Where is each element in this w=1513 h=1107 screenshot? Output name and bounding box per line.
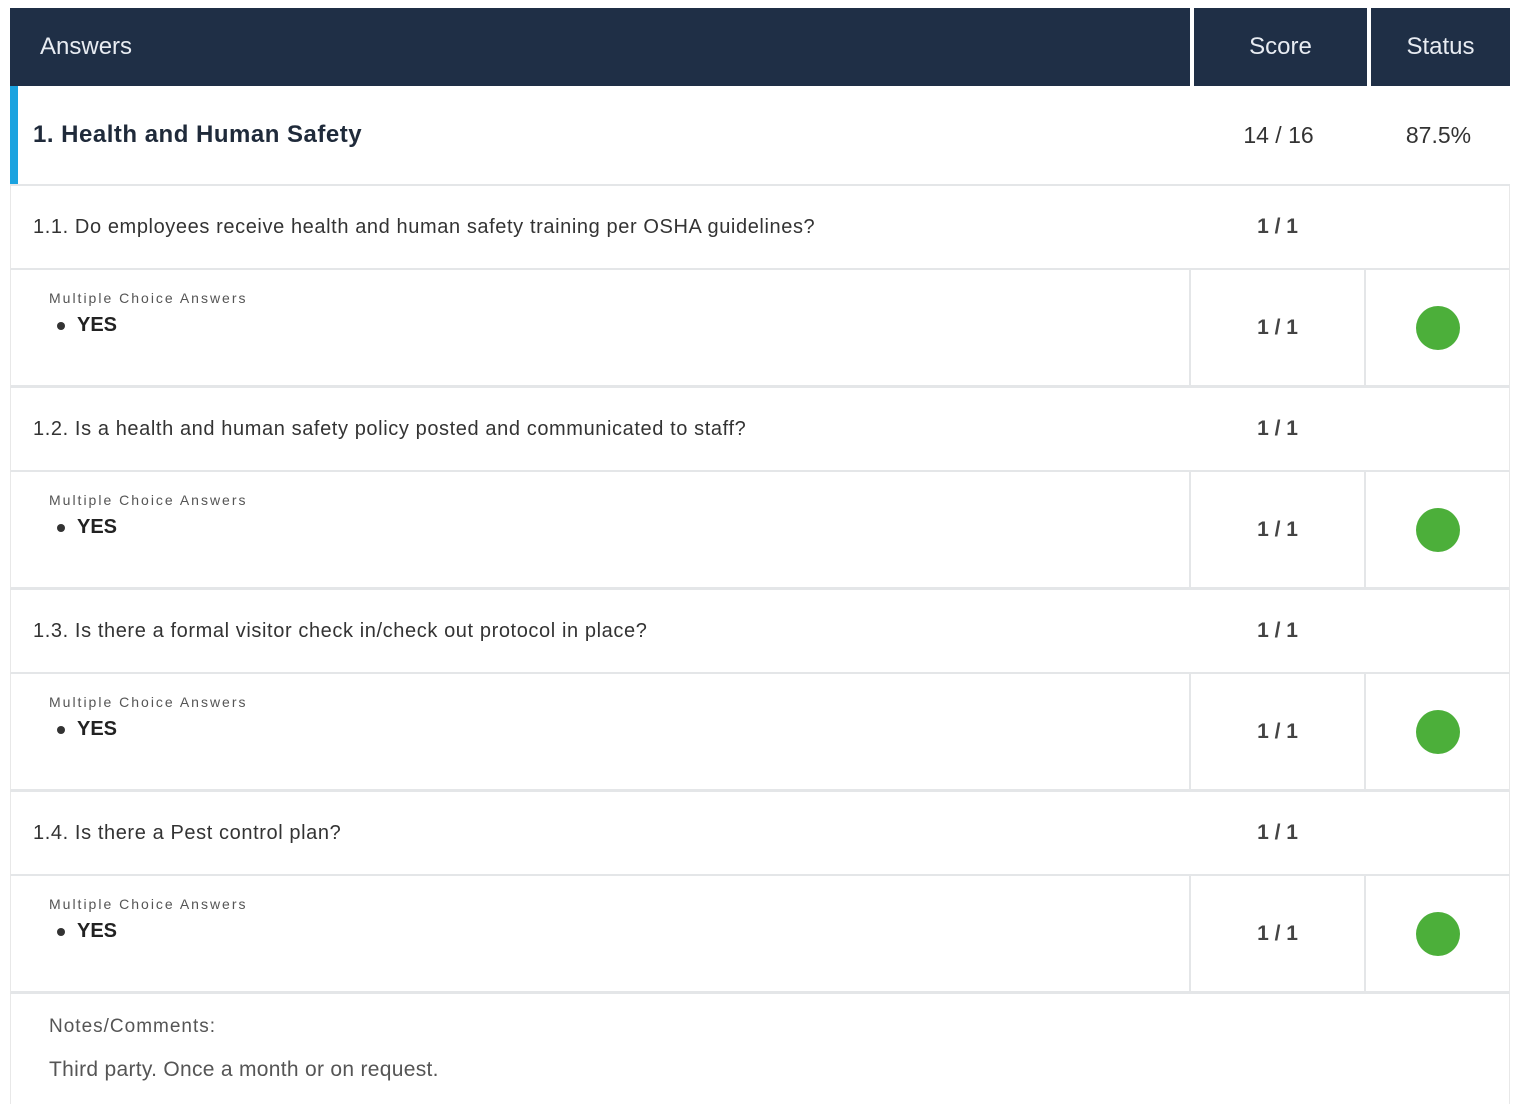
section-row[interactable]: 1. Health and Human Safety 14 / 16 87.5%: [10, 86, 1510, 186]
status-dot-icon: [1415, 507, 1460, 552]
question-score: 1 / 1: [1257, 821, 1298, 844]
answer-value: YES: [77, 718, 118, 740]
status-dot-icon: [1415, 709, 1460, 754]
answer-value: YES: [77, 920, 118, 942]
answer-score: 1 / 1: [1191, 876, 1366, 991]
answer-row: Multiple Choice Answers YES 1 / 1: [10, 270, 1510, 388]
status-column-header: Status: [1371, 8, 1510, 86]
question-text: 1.2. Is a health and human safety policy…: [33, 417, 747, 440]
question-score: 1 / 1: [1257, 417, 1298, 440]
answer-score: 1 / 1: [1191, 674, 1366, 789]
answer-value: YES: [77, 516, 118, 538]
answer-type-label: Multiple Choice Answers: [49, 290, 248, 306]
question-row: 1.4. Is there a Pest control plan? 1 / 1: [10, 792, 1510, 876]
answer-type-label: Multiple Choice Answers: [49, 694, 248, 710]
section-score: 14 / 16: [1243, 121, 1314, 148]
question-text: 1.4. Is there a Pest control plan?: [33, 821, 342, 844]
bullet-icon: [57, 725, 65, 734]
bullet-icon: [57, 523, 65, 532]
notes-section: Notes/Comments: Third party. Once a mont…: [10, 994, 1510, 1104]
question-text: 1.3. Is there a formal visitor check in/…: [33, 619, 648, 642]
notes-label: Notes/Comments:: [49, 1016, 217, 1037]
bullet-icon: [57, 927, 65, 936]
question-score: 1 / 1: [1257, 215, 1298, 238]
answer-value: YES: [77, 314, 118, 336]
status-dot-icon: [1415, 911, 1460, 956]
question-score: 1 / 1: [1257, 619, 1298, 642]
answer-row: Multiple Choice Answers YES 1 / 1: [10, 674, 1510, 792]
answer-row: Multiple Choice Answers YES 1 / 1: [10, 876, 1510, 994]
question-row: 1.2. Is a health and human safety policy…: [10, 388, 1510, 472]
answer-row: Multiple Choice Answers YES 1 / 1: [10, 472, 1510, 590]
table-header: Answers Score Status: [10, 8, 1510, 86]
score-column-header: Score: [1194, 8, 1367, 86]
bullet-icon: [57, 321, 65, 330]
answers-column-header: Answers: [10, 8, 1190, 86]
section-percent: 87.5%: [1405, 121, 1472, 148]
question-row: 1.3. Is there a formal visitor check in/…: [10, 590, 1510, 674]
answer-score: 1 / 1: [1191, 472, 1366, 587]
results-table: Answers Score Status 1. Health and Human…: [10, 8, 1510, 1104]
question-text: 1.1. Do employees receive health and hum…: [33, 215, 816, 238]
answer-score: 1 / 1: [1191, 270, 1366, 385]
answer-type-label: Multiple Choice Answers: [49, 492, 248, 508]
section-title: 1. Health and Human Safety: [33, 121, 363, 148]
notes-text: Third party. Once a month or on request.: [49, 1058, 439, 1081]
section-accent-bar: [10, 86, 18, 184]
status-dot-icon: [1415, 305, 1460, 350]
question-row: 1.1. Do employees receive health and hum…: [10, 186, 1510, 270]
answer-type-label: Multiple Choice Answers: [49, 896, 248, 912]
